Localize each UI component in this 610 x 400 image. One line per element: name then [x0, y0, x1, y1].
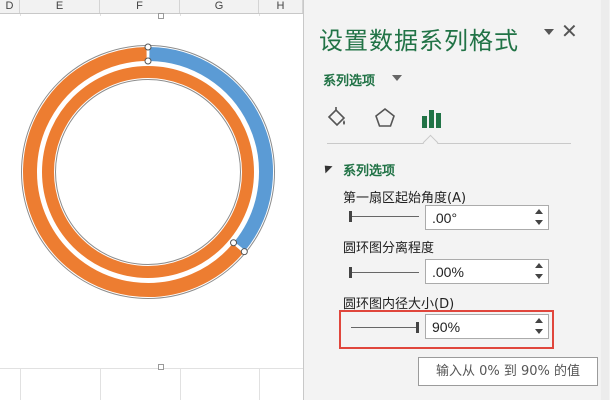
spin-down-icon[interactable] — [535, 274, 543, 279]
spinner-value[interactable]: .00% — [432, 264, 464, 280]
spin-up-icon[interactable] — [535, 209, 543, 214]
active-tab-marker — [422, 134, 439, 151]
column-header-e[interactable]: E — [20, 0, 100, 13]
column-header-g[interactable]: G — [180, 0, 259, 13]
doughnut-explosion-label: 圆环图分离程度 — [343, 241, 435, 256]
section-title-series-options[interactable]: 系列选项 — [343, 160, 395, 179]
format-data-series-pane: 设置数据系列格式 ✕ 系列选项 系列选项 第一扇区起始角度(A) .00° 圆环… — [303, 0, 610, 400]
inner-ring-outline — [55, 79, 241, 265]
outer-ring-outline — [21, 45, 275, 299]
doughnut-chart[interactable] — [18, 16, 304, 368]
spin-down-icon[interactable] — [535, 220, 543, 225]
doughnut-explosion-slider[interactable] — [349, 265, 419, 279]
series-options-dropdown[interactable]: 系列选项 — [323, 70, 375, 89]
worksheet: D E F G H — [0, 0, 304, 400]
doughnut-explosion-spinner[interactable]: .00% — [425, 259, 549, 284]
highlight-annotation-box — [339, 310, 554, 349]
chevron-down-icon[interactable] — [392, 75, 402, 81]
pane-scrollbar[interactable] — [601, 0, 609, 400]
pane-options-dropdown-icon[interactable] — [544, 29, 554, 35]
column-headers: D E F G H — [0, 0, 303, 14]
first-slice-angle-slider[interactable] — [349, 209, 419, 223]
spin-up-icon[interactable] — [535, 263, 543, 268]
chart-area[interactable] — [18, 13, 304, 370]
column-header-d[interactable]: D — [0, 0, 20, 13]
pane-title: 设置数据系列格式 — [319, 27, 519, 55]
selection-handle[interactable] — [230, 239, 238, 247]
collapse-caret-icon[interactable] — [321, 162, 333, 174]
selection-handle[interactable] — [144, 43, 152, 51]
first-slice-angle-label: 第一扇区起始角度(A) — [343, 191, 467, 206]
series-options-icon[interactable] — [418, 105, 444, 131]
slider-thumb[interactable] — [349, 211, 352, 222]
column-header-f[interactable]: F — [100, 0, 180, 13]
selection-handle[interactable] — [144, 57, 152, 65]
fill-line-icon[interactable] — [324, 105, 350, 131]
input-range-tooltip: 输入从 0% 到 90% 的值 — [418, 357, 598, 386]
close-icon[interactable]: ✕ — [561, 22, 578, 42]
tab-divider — [327, 143, 571, 144]
selection-handle[interactable] — [240, 248, 248, 256]
effects-icon[interactable] — [372, 105, 398, 131]
spinner-value[interactable]: .00° — [432, 210, 457, 226]
slider-thumb[interactable] — [349, 267, 352, 278]
column-header-h[interactable]: H — [259, 0, 303, 13]
first-slice-angle-spinner[interactable]: .00° — [425, 205, 549, 230]
inner-ring-orange-segment[interactable] — [42, 66, 254, 278]
